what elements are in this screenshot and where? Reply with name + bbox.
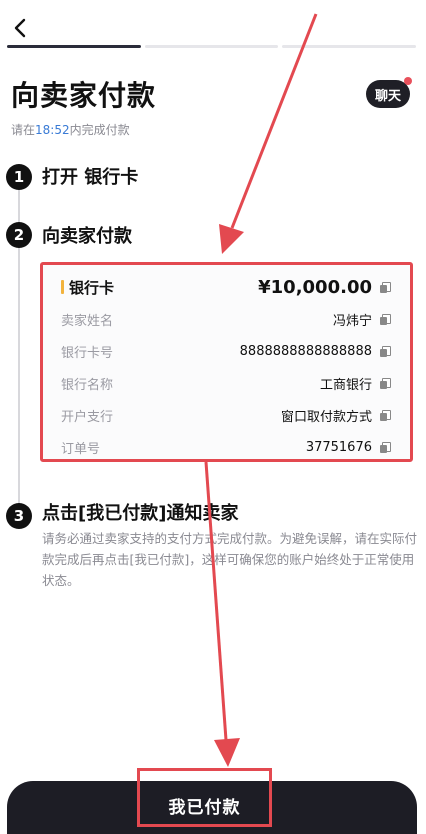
detail-row-seller-name: 卖家姓名 冯炜宁: [61, 307, 391, 331]
deadline-time: 18:52: [35, 123, 70, 137]
copy-icon[interactable]: [380, 281, 391, 293]
step-3-number: 3: [6, 503, 32, 529]
branch-value[interactable]: 窗口取付款方式: [280, 406, 391, 425]
progress-step-2: [144, 45, 279, 48]
bank-name-label: 银行名称: [61, 377, 114, 393]
detail-row-card-number: 银行卡号 8888888888888888: [61, 339, 391, 363]
amount-text: ¥10,000.00: [258, 276, 372, 298]
payment-method-label: 银行卡: [61, 277, 114, 298]
deadline-suffix: 内完成付款: [69, 123, 130, 137]
detail-row-order-number: 订单号 37751676: [61, 435, 391, 459]
order-number-text: 37751676: [305, 439, 372, 455]
paid-button-label: 我已付款: [168, 798, 241, 818]
step-3-label: 点击[我已付款]通知卖家: [42, 503, 239, 524]
progress-step-3: [282, 45, 417, 48]
step-1-number: 1: [6, 164, 32, 190]
arrow-head-icon: [214, 738, 240, 767]
card-number-value[interactable]: 8888888888888888: [239, 343, 391, 359]
bank-name-text: 工商银行: [319, 377, 372, 393]
bank-name-value[interactable]: 工商银行: [319, 374, 391, 393]
arrow-head-icon: [219, 224, 244, 254]
card-number-label: 银行卡号: [61, 345, 114, 361]
paid-button[interactable]: 我已付款: [137, 768, 272, 827]
payment-deadline: 请在18:52内完成付款: [11, 121, 130, 138]
copy-icon[interactable]: [380, 345, 391, 357]
progress-step-1: [7, 45, 141, 48]
step-2-label: 向卖家付款: [42, 226, 132, 247]
amount-value[interactable]: ¥10,000.00: [258, 276, 391, 298]
seller-name-label: 卖家姓名: [61, 313, 114, 329]
copy-icon[interactable]: [380, 377, 391, 389]
notification-dot: [404, 77, 412, 85]
copy-icon[interactable]: [380, 313, 391, 325]
order-number-value[interactable]: 37751676: [305, 439, 391, 455]
order-number-label: 订单号: [61, 441, 101, 457]
payment-details-card: 银行卡 ¥10,000.00 卖家姓名 冯炜宁 银行卡号 88888888888…: [40, 262, 413, 462]
step-1-label: 打开 银行卡: [42, 167, 139, 188]
copy-icon[interactable]: [380, 441, 391, 453]
seller-name-text: 冯炜宁: [332, 313, 372, 329]
detail-row-bank-name: 银行名称 工商银行: [61, 371, 391, 395]
payment-notice: 请务必通过卖家支持的支付方式完成付款。为避免误解，请在实际付款完成后再点击[我已…: [42, 531, 418, 588]
card-number-text: 8888888888888888: [239, 343, 372, 359]
chat-label: 聊天: [374, 88, 401, 104]
seller-name-value[interactable]: 冯炜宁: [332, 310, 391, 329]
progress-bar: [7, 45, 417, 50]
deadline-prefix: 请在: [11, 123, 36, 137]
branch-text: 窗口取付款方式: [280, 409, 372, 425]
branch-label: 开户支行: [61, 409, 114, 425]
back-button[interactable]: [8, 14, 32, 42]
detail-row-branch: 开户支行 窗口取付款方式: [61, 403, 391, 427]
chevron-left-icon: [14, 18, 26, 38]
copy-icon[interactable]: [380, 409, 391, 421]
payment-method-row: 银行卡 ¥10,000.00: [61, 275, 391, 299]
chat-button[interactable]: 聊天: [366, 77, 412, 108]
step-2-number: 2: [6, 222, 32, 248]
page-title: 向卖家付款: [11, 79, 157, 112]
